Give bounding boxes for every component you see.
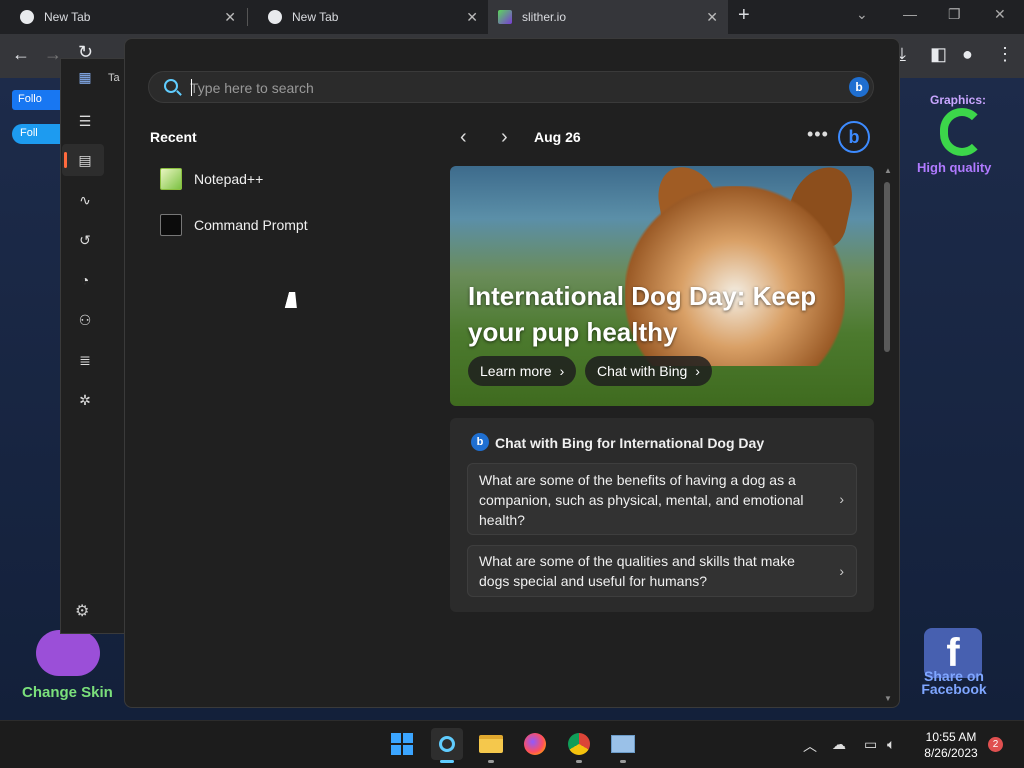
chevron-down-icon[interactable]: ⌄ [856,6,868,23]
details-icon[interactable]: ≣ [76,351,94,369]
scroll-down-icon[interactable]: ▼ [884,694,892,703]
task-manager-icon [611,735,635,753]
chevron-right-icon: › [559,363,565,379]
recent-app-command-prompt[interactable]: Command Prompt [150,207,430,243]
services-icon[interactable]: ✲ [76,391,94,409]
scrollbar-thumb[interactable] [884,182,890,352]
next-day-chevron-icon[interactable]: › [501,126,508,149]
chat-question-text: What are some of the qualities and skill… [479,553,795,589]
windows-logo-icon [391,733,413,755]
tab-title: New Tab [292,10,339,24]
chevron-up-icon[interactable]: ︿ [803,736,817,756]
close-icon[interactable]: ✕ [224,9,236,26]
recent-app-notepad-plus-plus[interactable]: Notepad++ [150,161,430,197]
bing-icon: b [471,433,489,451]
restore-icon[interactable]: ❐ [948,6,961,23]
task-manager-app-icon: ▦ [78,69,92,85]
recent-app-label: Command Prompt [194,217,308,233]
search-input[interactable] [190,78,830,98]
highlight-title: International Dog Day: Keep your pup hea… [468,281,817,347]
kebab-menu-icon[interactable]: ⋮ [996,44,1014,65]
nav-active-indicator [64,152,67,168]
processes-icon[interactable]: ▤ [76,151,94,169]
firefox-icon [524,733,546,755]
close-icon[interactable]: ✕ [466,9,478,26]
tab-title: slither.io [522,10,567,24]
search-highlight-card[interactable]: International Dog Day: Keep your pup hea… [450,166,874,406]
running-app-indicator [488,760,494,763]
task-manager-title: Ta [108,72,120,84]
share-on-facebook-button[interactable]: Share on Facebook [916,669,992,696]
more-options-icon[interactable]: ••• [807,124,829,145]
command-prompt-icon [160,214,182,236]
cloud-offline-icon[interactable]: ☁ [832,736,846,753]
change-skin-button[interactable]: Change Skin [22,684,113,701]
chat-question-suggestion[interactable]: What are some of the benefits of having … [467,463,857,535]
performance-icon[interactable]: ∿ [76,191,94,209]
scroll-up-icon[interactable]: ▲ [884,166,892,175]
tab-new-tab-2[interactable]: New Tab ✕ [248,0,488,34]
app-history-icon[interactable]: ↺ [76,231,94,249]
settings-gear-icon[interactable]: ⚙ [75,601,89,621]
task-manager-button[interactable] [607,728,639,760]
recent-app-label: Notepad++ [194,171,264,187]
chrome-icon [268,10,282,24]
graphics-snake-icon[interactable] [940,108,984,156]
close-icon[interactable]: ✕ [706,9,718,26]
search-icon [439,736,455,752]
chrome-button[interactable] [563,728,595,760]
chrome-icon [568,733,590,755]
clock-date: 8/26/2023 [924,746,978,760]
network-icon[interactable]: ▭ [864,736,877,753]
text-caret [191,79,192,96]
folder-icon [479,735,503,753]
notification-badge[interactable]: 2 [988,737,1003,752]
taskbar-clock[interactable]: 10:55 AM 8/26/2023 [918,729,984,761]
active-app-indicator [440,760,454,763]
search-icon [164,79,178,93]
minimize-icon[interactable]: — [903,6,917,22]
chevron-right-icon: › [839,491,844,507]
graphics-quality-button[interactable]: High quality [917,160,991,175]
learn-more-button[interactable]: Learn more › [468,356,577,386]
previous-day-chevron-icon[interactable]: ‹ [460,126,467,149]
tab-new-tab-1[interactable]: New Tab ✕ [0,0,246,34]
users-icon[interactable]: ⚇ [76,311,94,329]
back-arrow-icon[interactable]: ← [12,44,30,65]
taskbar-search-button[interactable] [431,728,463,760]
browser-tab-bar: New Tab ✕ New Tab ✕ slither.io ✕ + ⌄ — ❐… [0,0,1024,34]
volume-icon[interactable]: 🔈︎ [887,736,895,753]
recent-heading: Recent [150,129,197,145]
clock-time: 10:55 AM [925,730,977,744]
chevron-right-icon: › [839,563,844,579]
chat-question-suggestion[interactable]: What are some of the qualities and skill… [467,545,857,597]
bing-chat-icon[interactable]: b [838,121,870,153]
side-panel-icon[interactable]: ◧ [930,44,947,65]
tab-title: New Tab [44,10,91,24]
new-tab-button[interactable]: + [738,4,750,27]
chat-question-text: What are some of the benefits of having … [479,472,804,528]
learn-more-label: Learn more [480,363,552,379]
chat-with-bing-label: Chat with Bing [597,363,688,379]
running-app-indicator [620,760,626,763]
skin-snake-icon[interactable] [36,630,100,676]
running-app-indicator [576,760,582,763]
chat-card-title: Chat with Bing for International Dog Day [495,435,765,451]
chat-with-bing-button[interactable]: Chat with Bing › [585,356,712,386]
highlights-date: Aug 26 [534,129,581,145]
tab-slither-io[interactable]: slither.io ✕ [488,0,728,34]
notepad-plus-plus-icon [160,168,182,190]
startup-apps-icon[interactable]: ◔ [76,271,94,289]
graphics-label: Graphics: [930,93,987,107]
bing-icon[interactable]: b [849,77,869,97]
hamburger-menu-icon[interactable]: ☰ [76,112,94,130]
profile-icon[interactable]: ● [962,44,973,65]
slither-favicon-icon [498,10,512,24]
window-close-icon[interactable]: ✕ [994,6,1006,23]
chevron-right-icon: › [695,363,700,379]
start-button[interactable] [386,728,418,760]
file-explorer-button[interactable] [475,728,507,760]
chrome-icon [20,10,34,24]
firefox-button[interactable] [519,728,551,760]
